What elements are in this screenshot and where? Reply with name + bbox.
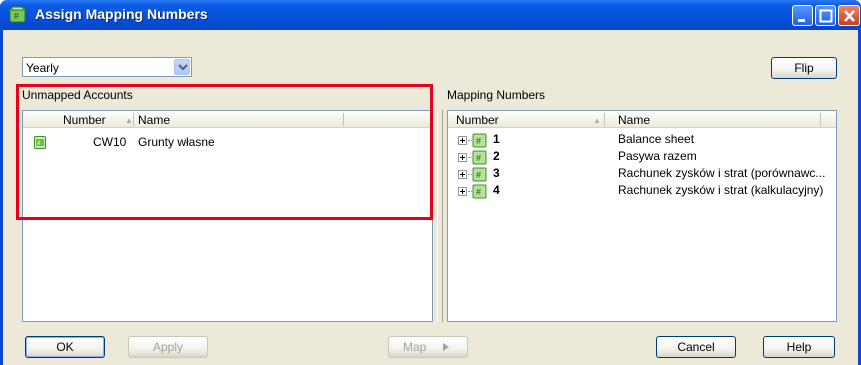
column-divider[interactable]	[133, 113, 134, 126]
tree-node[interactable]: # 2 Pasywa razem	[448, 149, 836, 165]
apply-button[interactable]: Apply	[128, 336, 208, 358]
mapping-list-header: Number ▲ Name	[448, 111, 836, 128]
mapping-number-icon: #	[472, 150, 487, 165]
unmapped-accounts-list[interactable]: Number ▲ Name # CW10 Grunty własne	[22, 110, 433, 322]
mapping-icon: #	[9, 6, 26, 23]
title-bar[interactable]: # Assign Mapping Numbers	[0, 0, 861, 30]
dropdown-button[interactable]	[174, 59, 190, 75]
cancel-button[interactable]: Cancel	[656, 336, 736, 358]
mapping-number: 4	[493, 183, 500, 197]
chevron-down-icon	[178, 64, 188, 71]
window-title: Assign Mapping Numbers	[35, 6, 208, 22]
mapping-name: Balance sheet	[618, 132, 695, 146]
unmapped-accounts-label: Unmapped Accounts	[22, 88, 133, 102]
mapping-number: 3	[493, 166, 500, 180]
column-header-number[interactable]: Number	[63, 113, 106, 127]
column-divider[interactable]	[820, 113, 821, 126]
sort-ascending-icon: ▲	[593, 116, 601, 125]
mapping-numbers-label: Mapping Numbers	[447, 88, 546, 102]
column-header-name[interactable]: Name	[138, 113, 170, 127]
column-header-number[interactable]: Number	[456, 113, 499, 127]
list-item[interactable]: # CW10 Grunty własne	[23, 135, 432, 151]
close-icon	[844, 10, 855, 22]
unmapped-list-header: Number ▲ Name	[23, 111, 432, 128]
tree-node[interactable]: # 3 Rachunek zysków i strat (porównawc..…	[448, 166, 836, 182]
expand-icon[interactable]	[458, 187, 467, 196]
svg-text:#: #	[476, 187, 481, 197]
period-dropdown-value: Yearly	[26, 61, 59, 75]
maximize-button[interactable]	[815, 5, 836, 26]
panel-splitter[interactable]	[437, 110, 443, 322]
mapping-number-icon: #	[472, 167, 487, 182]
dialog-window: # Assign Mapping Numbers Yearly Flip Unm…	[0, 0, 861, 365]
svg-text:#: #	[476, 153, 481, 163]
expand-icon[interactable]	[458, 136, 467, 145]
mapping-name: Pasywa razem	[618, 149, 697, 163]
period-dropdown[interactable]: Yearly	[22, 57, 192, 77]
expand-icon[interactable]	[458, 153, 467, 162]
svg-text:#: #	[476, 136, 481, 146]
mapping-number: 1	[493, 132, 500, 146]
mapping-numbers-tree[interactable]: Number ▲ Name # 1 Balance sheet # 2 Pasy…	[447, 110, 837, 322]
flip-button[interactable]: Flip	[771, 57, 837, 79]
svg-text:#: #	[14, 11, 19, 21]
minimize-icon	[798, 19, 805, 22]
mapping-number-icon: #	[472, 133, 487, 148]
account-number: CW10	[93, 135, 127, 149]
mapping-name: Rachunek zysków i strat (kalkulacyjny)	[618, 183, 824, 197]
mapping-number: 2	[493, 149, 500, 163]
maximize-icon	[819, 9, 833, 23]
mapping-name: Rachunek zysków i strat (porównawc...	[618, 166, 826, 180]
column-header-name[interactable]: Name	[618, 113, 650, 127]
column-divider[interactable]	[604, 113, 605, 126]
ok-button[interactable]: OK	[25, 336, 105, 358]
account-name: Grunty własne	[138, 135, 215, 149]
sort-ascending-icon: ▲	[125, 116, 133, 125]
mapping-number-icon: #	[472, 184, 487, 199]
account-icon: #	[34, 136, 46, 149]
play-arrow-icon	[443, 343, 449, 351]
tree-node[interactable]: # 4 Rachunek zysków i strat (kalkulacyjn…	[448, 183, 836, 199]
map-button[interactable]: Map	[388, 336, 468, 358]
close-button[interactable]	[838, 5, 860, 26]
column-divider[interactable]	[343, 113, 344, 126]
minimize-button[interactable]	[792, 5, 813, 26]
expand-icon[interactable]	[458, 170, 467, 179]
map-button-label: Map	[403, 340, 427, 354]
tree-node[interactable]: # 1 Balance sheet	[448, 132, 836, 148]
help-button[interactable]: Help	[763, 336, 835, 358]
svg-text:#: #	[476, 170, 481, 180]
